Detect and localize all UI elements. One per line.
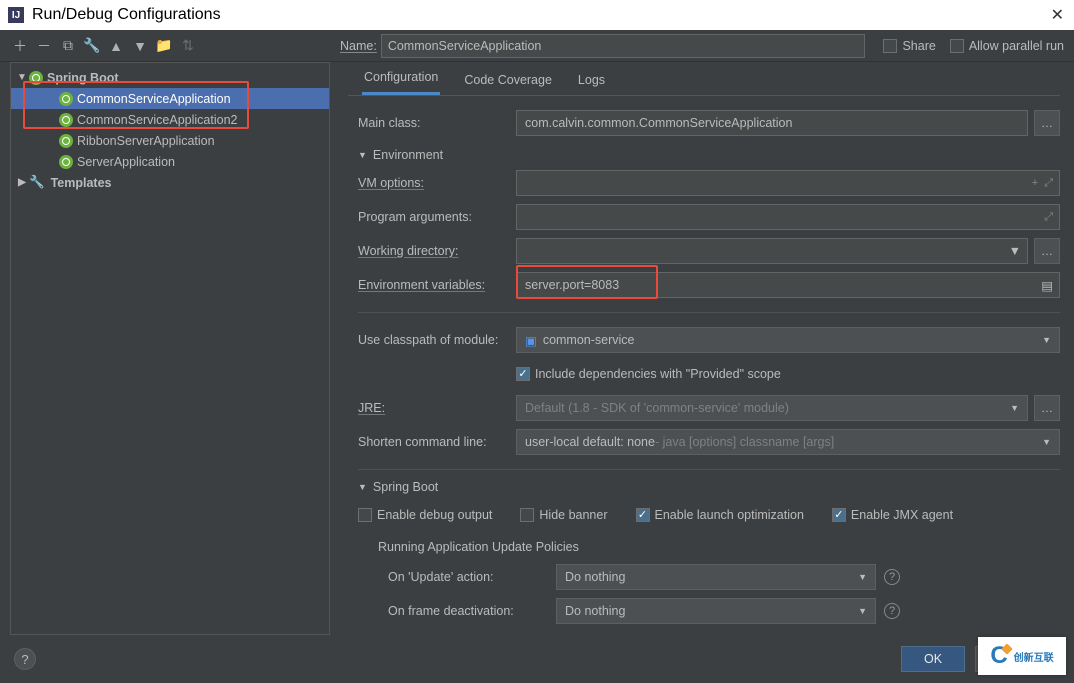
caret-down-icon: ▼ — [358, 482, 367, 492]
wrench-icon: 🔧 — [29, 175, 45, 190]
tree-item-server-application[interactable]: ServerApplication — [11, 151, 329, 172]
jre-dropdown[interactable]: Default (1.8 - SDK of 'common-service' m… — [516, 395, 1028, 421]
vm-options-label: VM options: — [358, 176, 508, 190]
spring-boot-icon — [29, 71, 43, 85]
classpath-label: Use classpath of module: — [358, 333, 508, 347]
include-provided-checkbox[interactable]: Include dependencies with "Provided" sco… — [516, 367, 781, 381]
chevron-down-icon[interactable]: ▼ — [1009, 244, 1021, 258]
tree-root-spring-boot[interactable]: ▼ Spring Boot — [11, 67, 329, 88]
parallel-label: Allow parallel run — [969, 39, 1064, 53]
ok-button[interactable]: OK — [901, 646, 965, 672]
env-vars-label: Environment variables: — [358, 278, 508, 292]
folder-icon[interactable]: 📁 — [154, 36, 174, 56]
remove-icon[interactable]: － — [34, 36, 54, 56]
name-label: Name: — [340, 39, 377, 53]
working-dir-input[interactable]: ▼ — [516, 238, 1028, 264]
toolbar: ＋ － ⧉ 🔧 ▲ ▼ 📁 ⇅ Name: Share Allow parall… — [0, 30, 1074, 62]
caret-right-icon: ▶ — [15, 177, 29, 188]
help-icon[interactable]: ? — [884, 603, 900, 619]
main-class-label: Main class: — [358, 116, 508, 130]
spring-boot-icon — [59, 134, 73, 148]
parallel-checkbox[interactable]: Allow parallel run — [950, 39, 1064, 53]
policies-header: Running Application Update Policies — [378, 540, 1060, 554]
on-update-label: On 'Update' action: — [388, 570, 548, 584]
add-icon[interactable]: ＋ — [10, 36, 30, 56]
spring-boot-icon — [59, 92, 73, 106]
name-input[interactable] — [381, 34, 866, 58]
wrench-icon[interactable]: 🔧 — [82, 36, 102, 56]
program-args-label: Program arguments: — [358, 210, 508, 224]
form-pane: Configuration Code Coverage Logs Main cl… — [330, 62, 1074, 635]
tab-configuration[interactable]: Configuration — [362, 70, 440, 95]
share-checkbox[interactable]: Share — [883, 39, 935, 53]
module-icon: ▣ — [525, 333, 537, 348]
expand-icon[interactable]: ⤢ — [1044, 211, 1053, 224]
enable-launch-checkbox[interactable]: Enable launch optimization — [636, 508, 804, 522]
main-class-input[interactable]: com.calvin.common.CommonServiceApplicati… — [516, 110, 1028, 136]
tree-item-common-service-application2[interactable]: CommonServiceApplication2 — [11, 109, 329, 130]
share-label: Share — [902, 39, 935, 53]
hide-banner-checkbox[interactable]: Hide banner — [520, 508, 607, 522]
jre-label: JRE: — [358, 401, 508, 415]
chevron-down-icon: ▼ — [1010, 403, 1019, 413]
shorten-label: Shorten command line: — [358, 435, 508, 449]
shorten-dropdown[interactable]: user-local default: none - java [options… — [516, 429, 1060, 455]
titlebar: IJ Run/Debug Configurations ✕ — [0, 0, 1074, 30]
enable-jmx-checkbox[interactable]: Enable JMX agent — [832, 508, 953, 522]
tree-item-common-service-application[interactable]: CommonServiceApplication — [11, 88, 329, 109]
browse-button[interactable]: … — [1034, 110, 1060, 136]
classpath-dropdown[interactable]: ▣ common-service ▼ — [516, 327, 1060, 353]
vm-options-input[interactable]: +⤢ — [516, 170, 1060, 196]
help-button[interactable]: ? — [14, 648, 36, 670]
enable-debug-checkbox[interactable]: Enable debug output — [358, 508, 492, 522]
on-frame-dropdown[interactable]: Do nothing ▼ — [556, 598, 876, 624]
caret-down-icon: ▼ — [15, 72, 29, 83]
environment-section[interactable]: ▼ Environment — [358, 148, 1060, 162]
close-icon[interactable]: ✕ — [1051, 5, 1064, 25]
expand-icon[interactable]: ⤢ — [1044, 177, 1053, 190]
tree-templates[interactable]: ▶ 🔧 Templates — [11, 172, 329, 193]
browse-button[interactable]: … — [1034, 395, 1060, 421]
caret-down-icon: ▼ — [358, 150, 367, 160]
config-tree: ▼ Spring Boot CommonServiceApplication C… — [10, 62, 330, 635]
help-icon[interactable]: ? — [884, 569, 900, 585]
plus-icon[interactable]: + — [1032, 177, 1038, 190]
tree-item-ribbon-server-application[interactable]: RibbonServerApplication — [11, 130, 329, 151]
spring-boot-icon — [59, 113, 73, 127]
list-icon[interactable]: ▤ — [1041, 278, 1053, 293]
spring-boot-section[interactable]: ▼ Spring Boot — [358, 480, 1060, 494]
tabs: Configuration Code Coverage Logs — [348, 62, 1060, 96]
browse-button[interactable]: … — [1034, 238, 1060, 264]
chevron-down-icon: ▼ — [1042, 335, 1051, 345]
footer: ? OK Cancel — [0, 635, 1074, 683]
on-frame-label: On frame deactivation: — [388, 604, 548, 618]
on-update-dropdown[interactable]: Do nothing ▼ — [556, 564, 876, 590]
app-icon: IJ — [8, 7, 24, 23]
watermark: C创新互联 — [978, 637, 1066, 675]
up-icon[interactable]: ▲ — [106, 36, 126, 56]
spring-boot-icon — [59, 155, 73, 169]
copy-icon[interactable]: ⧉ — [58, 36, 78, 56]
working-dir-label: Working directory: — [358, 244, 508, 258]
highlight-box — [516, 265, 658, 299]
tab-coverage[interactable]: Code Coverage — [462, 73, 554, 95]
chevron-down-icon: ▼ — [858, 606, 867, 616]
chevron-down-icon: ▼ — [1042, 437, 1051, 447]
window-title: Run/Debug Configurations — [32, 6, 221, 24]
down-icon[interactable]: ▼ — [130, 36, 150, 56]
tab-logs[interactable]: Logs — [576, 73, 607, 95]
program-args-input[interactable]: ⤢ — [516, 204, 1060, 230]
sort-icon[interactable]: ⇅ — [178, 36, 198, 56]
chevron-down-icon: ▼ — [858, 572, 867, 582]
